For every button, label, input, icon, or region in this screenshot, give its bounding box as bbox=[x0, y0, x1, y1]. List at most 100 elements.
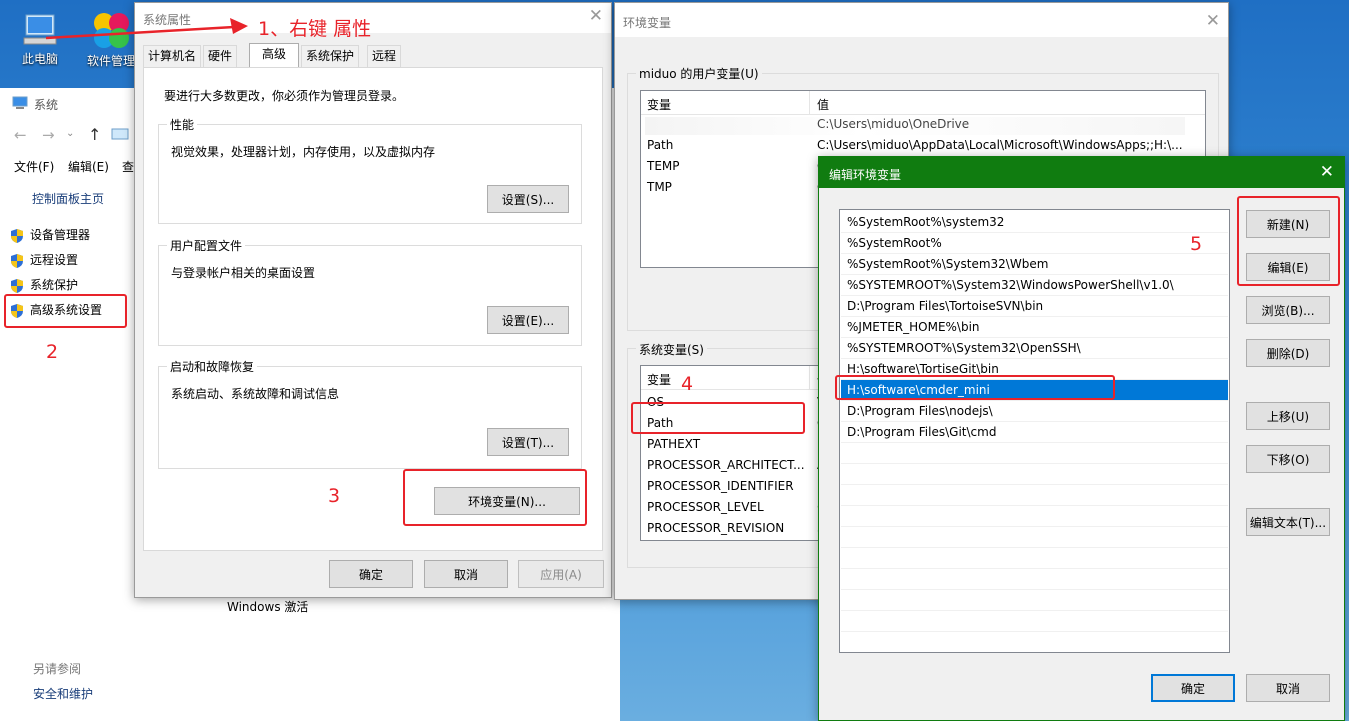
list-item-empty[interactable] bbox=[841, 548, 1228, 569]
variable-value: C:\Users\miduo\OneDrive bbox=[817, 117, 970, 131]
startup-recovery-legend: 启动和故障恢复 bbox=[167, 358, 258, 375]
nav-forward-arrow[interactable]: → bbox=[42, 126, 55, 144]
menu-edit[interactable]: 编辑(E) bbox=[68, 158, 109, 175]
browse-button[interactable]: 浏览(B)... bbox=[1246, 296, 1330, 324]
edit-env-title: 编辑环境变量 bbox=[829, 168, 902, 182]
close-icon[interactable]: ✕ bbox=[589, 8, 603, 25]
list-item[interactable]: %SYSTEMROOT%\System32\WindowsPowerShell\… bbox=[841, 275, 1228, 296]
menu-view[interactable]: 查 bbox=[122, 158, 134, 175]
close-icon[interactable]: ✕ bbox=[1320, 164, 1334, 181]
sidebar-item-system-protection[interactable]: 系统保护 bbox=[10, 275, 78, 295]
see-also-link-security[interactable]: 安全和维护 bbox=[33, 685, 93, 702]
system-window-icon bbox=[12, 96, 28, 109]
list-item-empty[interactable] bbox=[841, 464, 1228, 485]
admin-note: 要进行大多数更改，你必须作为管理员登录。 bbox=[164, 89, 405, 103]
list-item[interactable]: D:\Program Files\nodejs\ bbox=[841, 401, 1228, 422]
tab-remote[interactable]: 远程 bbox=[367, 45, 402, 67]
windows-activation-label: Windows 激活 bbox=[227, 600, 309, 614]
delete-button[interactable]: 删除(D) bbox=[1246, 339, 1330, 367]
performance-settings-button[interactable]: 设置(S)... bbox=[487, 185, 569, 213]
highlight-env-button bbox=[403, 469, 587, 526]
table-row[interactable]: PROCESSOR_REVISION bbox=[647, 518, 784, 539]
variable-name: PATHEXT bbox=[647, 437, 701, 451]
list-item[interactable]: %SystemRoot%\system32 bbox=[841, 212, 1228, 233]
edit-env-titlebar: 编辑环境变量 ✕ bbox=[819, 157, 1344, 188]
nav-up-arrow[interactable]: ↑ bbox=[88, 125, 101, 144]
startup-recovery-group: 启动和故障恢复 系统启动、系统故障和调试信息 设置(T)... bbox=[158, 358, 582, 469]
desktop-icon-label: 软件管理 bbox=[86, 54, 135, 68]
highlight-path-row bbox=[631, 402, 805, 434]
sidebar-item-label: 系统保护 bbox=[30, 278, 79, 292]
edit-env-ok-button[interactable]: 确定 bbox=[1151, 674, 1235, 702]
close-icon[interactable]: ✕ bbox=[1206, 13, 1220, 30]
column-divider bbox=[809, 366, 810, 390]
sys-col-variable[interactable]: 变量 bbox=[647, 371, 671, 388]
env-vars-title: 环境变量 bbox=[623, 16, 672, 30]
variable-name: PROCESSOR_ARCHITECT... bbox=[647, 458, 805, 472]
table-row[interactable]: PROCESSOR_ARCHITECT... bbox=[647, 455, 805, 476]
system-variables-legend: 系统变量(S) bbox=[636, 341, 707, 358]
table-row[interactable]: PROCESSOR_LEVEL bbox=[647, 497, 764, 518]
list-item-empty[interactable] bbox=[841, 506, 1228, 527]
annotation-step3: 3 bbox=[328, 485, 341, 507]
variable-name: PROCESSOR_IDENTIFIER bbox=[647, 479, 794, 493]
sidebar-item-device-manager[interactable]: 设备管理器 bbox=[10, 225, 90, 245]
list-item-empty[interactable] bbox=[841, 527, 1228, 548]
shield-icon bbox=[11, 228, 23, 243]
user-profiles-legend: 用户配置文件 bbox=[167, 237, 246, 254]
edit-env-cancel-button[interactable]: 取消 bbox=[1246, 674, 1330, 702]
variable-name: Path bbox=[647, 138, 674, 152]
sys-props-ok-button[interactable]: 确定 bbox=[329, 560, 413, 588]
list-item-empty[interactable] bbox=[841, 611, 1228, 632]
move-up-button[interactable]: 上移(U) bbox=[1246, 402, 1330, 430]
table-row[interactable]: Path bbox=[647, 135, 673, 156]
tab-system-protection[interactable]: 系统保护 bbox=[301, 45, 360, 67]
list-item[interactable]: %JMETER_HOME%\bin bbox=[841, 317, 1228, 338]
user-col-value[interactable]: 值 bbox=[817, 96, 829, 113]
list-item-empty[interactable] bbox=[841, 590, 1228, 611]
list-item-empty[interactable] bbox=[841, 632, 1228, 652]
table-row[interactable]: TEMP bbox=[647, 156, 680, 177]
sidebar-item-label: 远程设置 bbox=[30, 253, 79, 267]
list-item-empty[interactable] bbox=[841, 569, 1228, 590]
nav-back-arrow[interactable]: ← bbox=[14, 126, 27, 144]
annotation-step4: 4 bbox=[681, 373, 694, 395]
annotation-step5: 5 bbox=[1190, 233, 1203, 255]
recent-locations-chevron-icon[interactable]: ⌄ bbox=[66, 128, 74, 139]
list-item[interactable]: %SYSTEMROOT%\System32\OpenSSH\ bbox=[841, 338, 1228, 359]
control-panel-home-link[interactable]: 控制面板主页 bbox=[32, 189, 104, 209]
user-variables-legend: miduo 的用户变量(U) bbox=[636, 65, 762, 82]
control-panel-title: 系统 bbox=[34, 98, 59, 112]
list-item-empty[interactable] bbox=[841, 443, 1228, 464]
sys-props-cancel-button[interactable]: 取消 bbox=[424, 560, 508, 588]
annotation-step1: 1、右键 属性 bbox=[258, 18, 372, 40]
list-item[interactable]: %SystemRoot%\System32\Wbem bbox=[841, 254, 1228, 275]
table-row[interactable]: TMP bbox=[647, 177, 672, 198]
user-table-header: 变量 值 bbox=[641, 91, 1205, 115]
list-item[interactable]: %SystemRoot% bbox=[841, 233, 1228, 254]
sys-props-apply-button[interactable]: 应用(A) bbox=[518, 560, 604, 588]
list-item[interactable]: D:\Program Files\TortoiseSVN\bin bbox=[841, 296, 1228, 317]
tab-hardware[interactable]: 硬件 bbox=[203, 45, 238, 67]
highlight-advanced-settings bbox=[4, 294, 127, 328]
tab-computer-name[interactable]: 计算机名 bbox=[143, 45, 202, 67]
variable-name: TEMP bbox=[647, 159, 680, 173]
move-down-button[interactable]: 下移(O) bbox=[1246, 445, 1330, 473]
shield-icon bbox=[11, 278, 23, 293]
user-profiles-group: 用户配置文件 与登录帐户相关的桌面设置 设置(E)... bbox=[158, 237, 582, 346]
list-item-empty[interactable] bbox=[841, 485, 1228, 506]
edit-text-button[interactable]: 编辑文本(T)... bbox=[1246, 508, 1330, 536]
sidebar-item-remote-settings[interactable]: 远程设置 bbox=[10, 250, 78, 270]
startup-recovery-settings-button[interactable]: 设置(T)... bbox=[487, 428, 569, 456]
path-entries-list: %SystemRoot%\system32 %SystemRoot% %Syst… bbox=[839, 209, 1230, 653]
performance-group: 性能 视觉效果，处理器计划，内存使用，以及虚拟内存 设置(S)... bbox=[158, 116, 582, 224]
list-item[interactable]: D:\Program Files\Git\cmd bbox=[841, 422, 1228, 443]
table-row[interactable]: PATHEXT bbox=[647, 434, 700, 455]
user-profiles-settings-button[interactable]: 设置(E)... bbox=[487, 306, 569, 334]
user-col-variable[interactable]: 变量 bbox=[647, 96, 671, 113]
variable-name: TMP bbox=[647, 180, 672, 194]
menu-file[interactable]: 文件(F) bbox=[14, 158, 54, 175]
performance-desc: 视觉效果，处理器计划，内存使用，以及虚拟内存 bbox=[171, 145, 436, 159]
tab-advanced[interactable]: 高级 bbox=[249, 43, 300, 68]
table-row[interactable]: PROCESSOR_IDENTIFIER bbox=[647, 476, 794, 497]
